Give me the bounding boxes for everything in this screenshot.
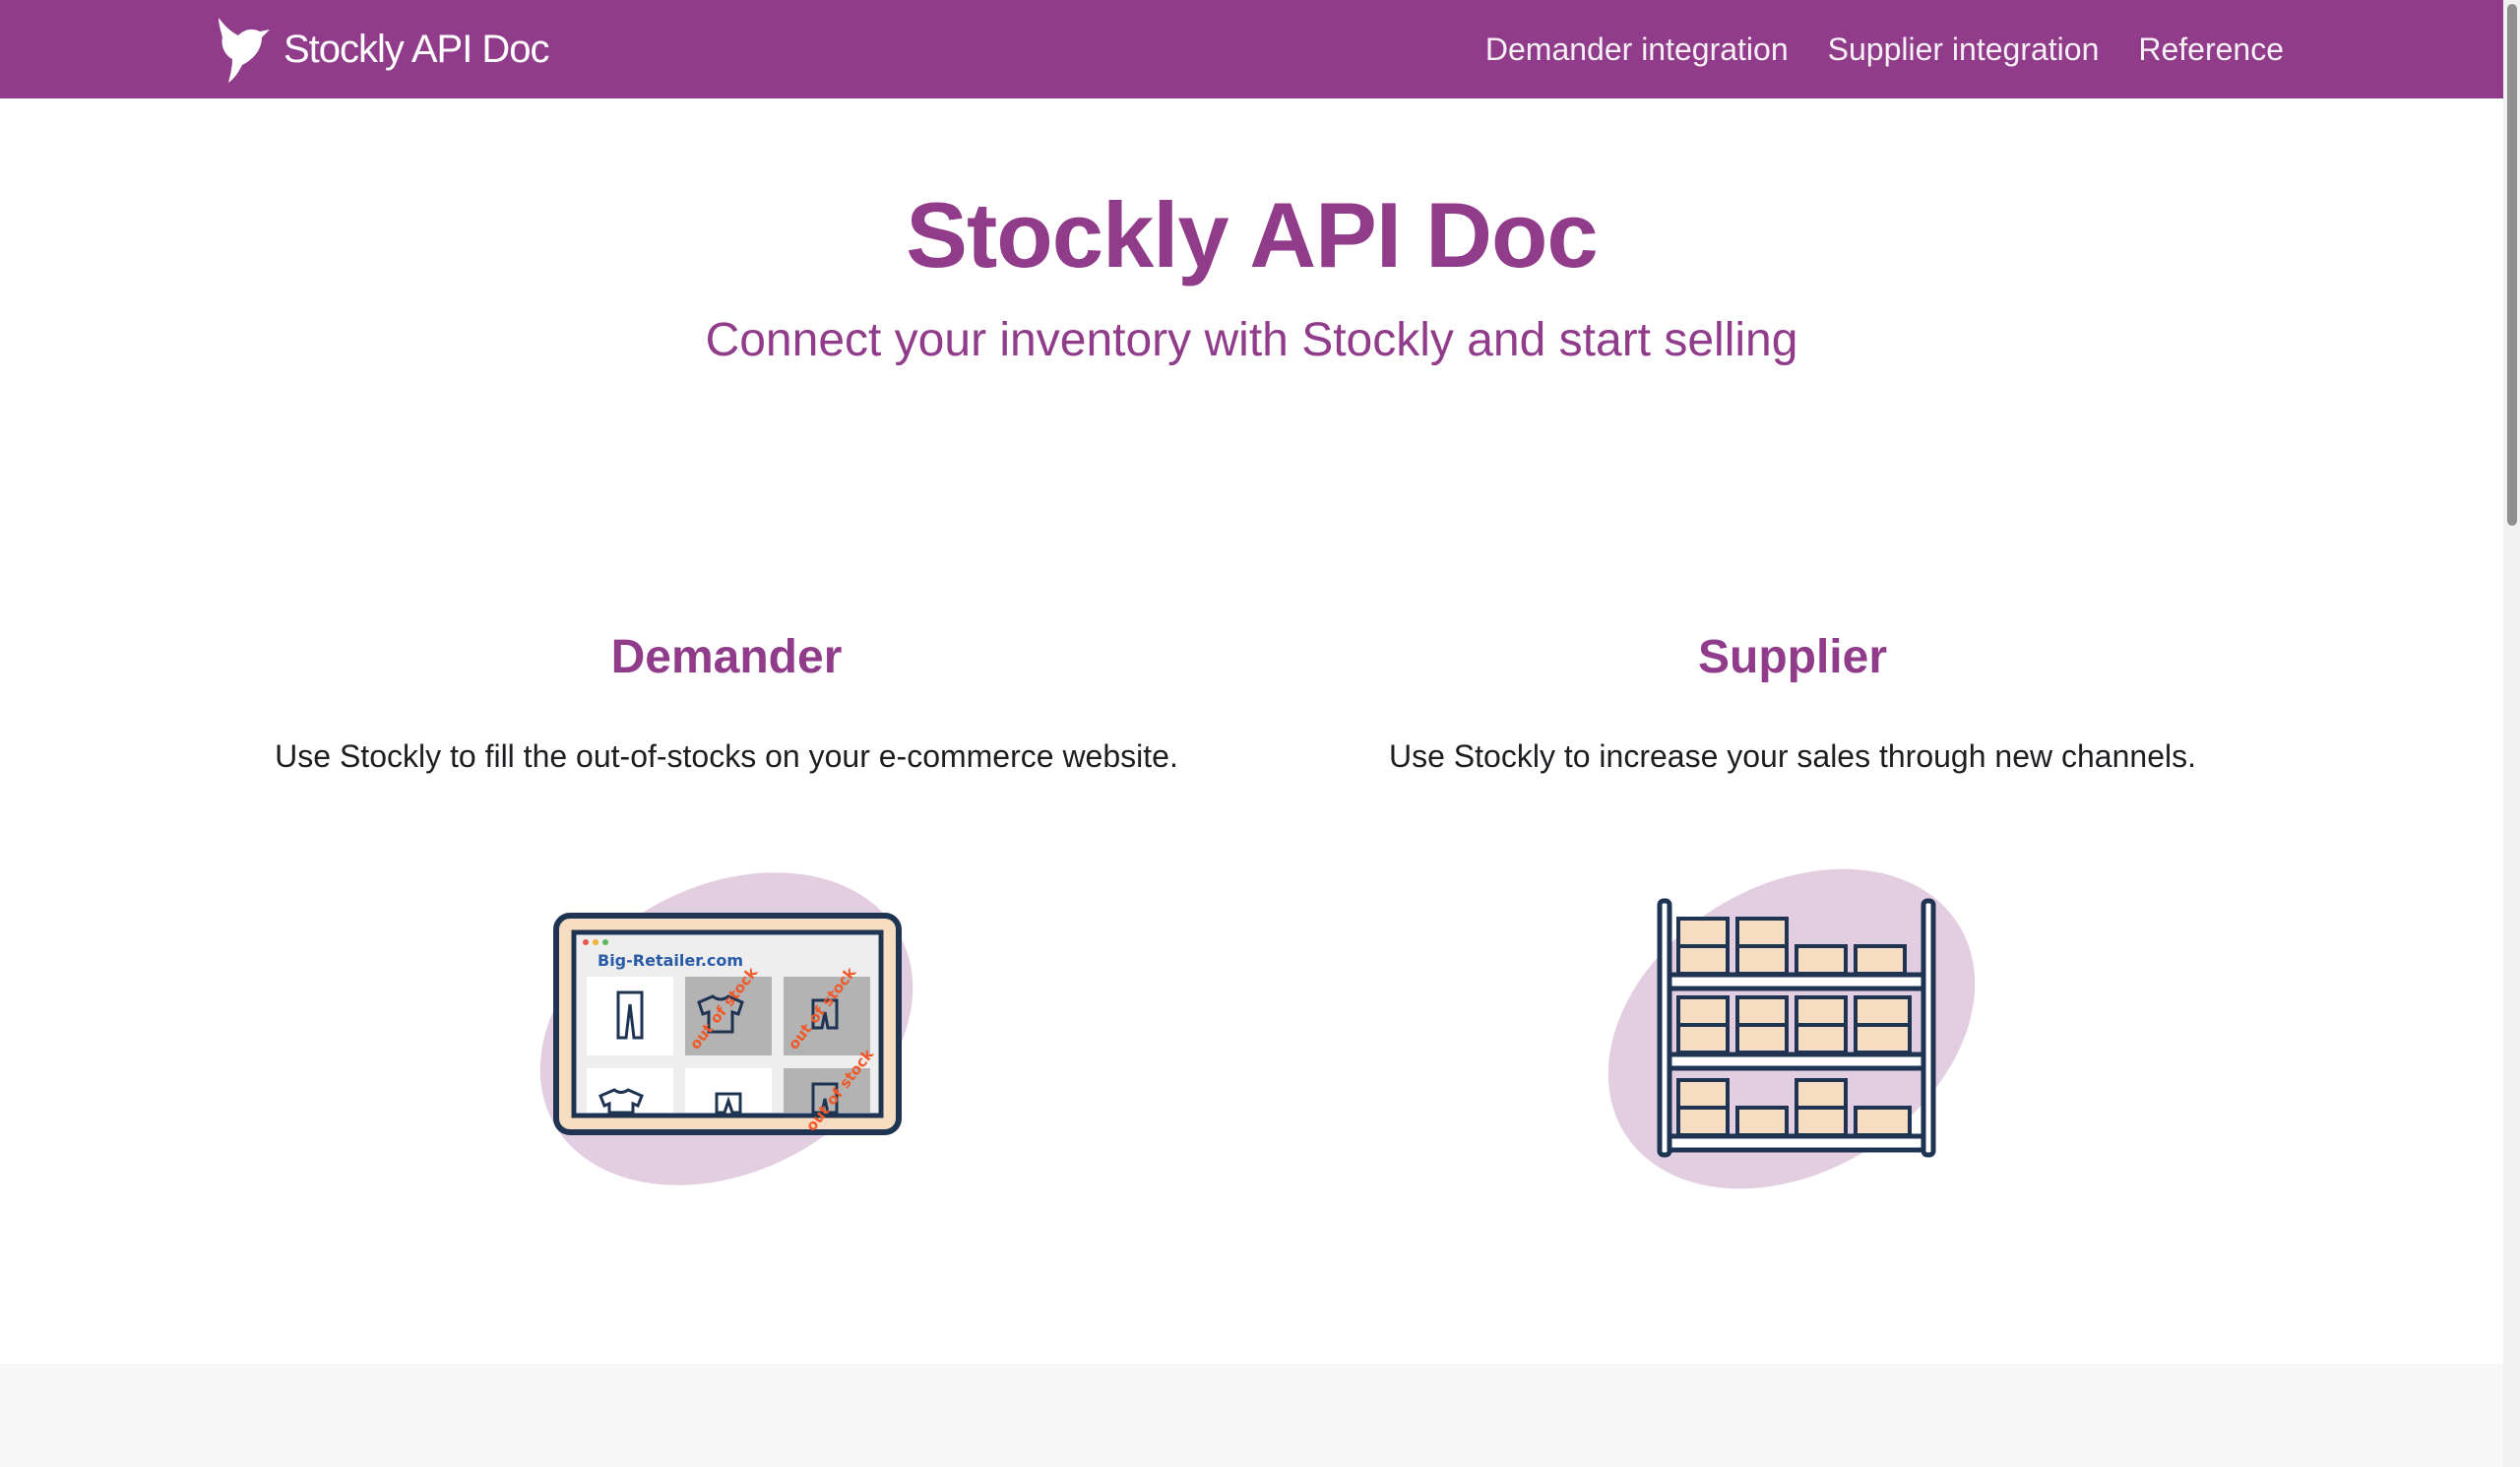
hummingbird-logo-icon (219, 18, 270, 83)
feature-description-demander: Use Stockly to fill the out-of-stocks on… (275, 738, 1178, 774)
warehouse-shelf-illustration (1607, 868, 1976, 1189)
hero-subtitle: Connect your inventory with Stockly and … (705, 314, 1798, 366)
nav-link-supplier-integration[interactable]: Supplier integration (1828, 32, 2100, 68)
top-navbar: Stockly API Doc Demander integration Sup… (0, 0, 2503, 98)
feature-supplier: Supplier Use Stockly to increase your sa… (1300, 630, 2285, 775)
brand-link[interactable]: Stockly API Doc (215, 16, 550, 83)
hero-title: Stockly API Doc (906, 183, 1598, 287)
feature-title-demander: Demander (610, 631, 843, 683)
nav-link-demander-integration[interactable]: Demander integration (1485, 32, 1789, 68)
scrollbar-thumb[interactable] (2507, 4, 2517, 526)
footer-section (0, 1364, 2503, 1467)
nav-links: Demander integration Supplier integratio… (1446, 0, 2284, 98)
retailer-website-illustration: Big-Retailer.com out of stock out of sto… (539, 872, 914, 1185)
site-label: Big-Retailer.com (598, 951, 743, 970)
vertical-scrollbar[interactable] (2503, 0, 2520, 1467)
feature-title-supplier: Supplier (1697, 631, 1888, 683)
feature-description-supplier: Use Stockly to increase your sales throu… (1389, 738, 2196, 774)
feature-demander: Demander Use Stockly to fill the out-of-… (234, 630, 1219, 775)
brand-title: Stockly API Doc (284, 27, 550, 71)
nav-link-reference[interactable]: Reference (2138, 32, 2284, 68)
